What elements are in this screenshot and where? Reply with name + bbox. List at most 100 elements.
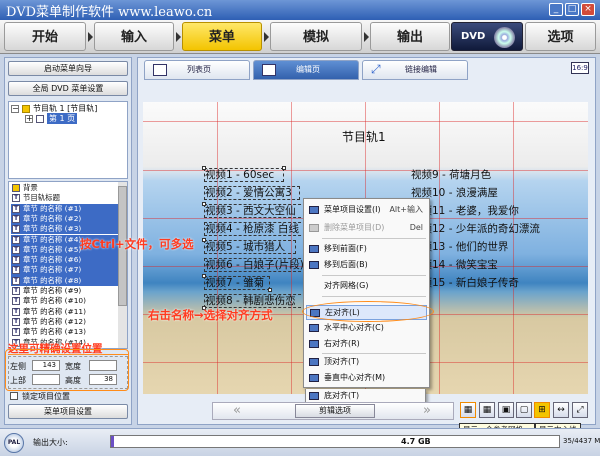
output-size-label: 输出大小:: [33, 438, 68, 447]
align-vcenter-icon: [309, 374, 319, 382]
tree-expand-icon[interactable]: +: [25, 115, 33, 123]
list-item-label: 章节 的名称 (#7): [23, 265, 82, 275]
list-item[interactable]: T 章节 的名称 (#13): [11, 327, 123, 337]
menu-simulate[interactable]: 模拟: [270, 22, 362, 51]
resize-handle[interactable]: [202, 238, 206, 242]
prev-icon[interactable]: «: [233, 403, 241, 419]
grid-toggle-button[interactable]: ▦: [460, 402, 476, 418]
list-item-label: 章节 的名称 (#10): [23, 296, 87, 306]
lock-position-checkbox[interactable]: [10, 392, 18, 400]
position-highlight: [5, 349, 129, 391]
tab-link-edit[interactable]: ⤢ 链接编辑: [362, 60, 468, 80]
context-item-label: 对齐网格(G): [324, 281, 369, 290]
list-item[interactable]: T 章节 的名称 (#9): [11, 286, 123, 296]
menu-options[interactable]: 选项: [525, 22, 596, 51]
canvas-item-1[interactable]: 视频1 - 60sec: [205, 167, 274, 182]
canvas-item-5[interactable]: 视频5 - 城市猎人: [205, 239, 285, 254]
align-hcenter-icon: [309, 324, 319, 332]
canvas-title[interactable]: 节目轨1: [342, 128, 386, 145]
list-item-label: 节目轨标题: [23, 193, 60, 203]
canvas-item-8[interactable]: 视频8 - 韩剧悲伤恋: [205, 293, 305, 308]
list-item-label: 章节 的名称 (#12): [23, 316, 87, 326]
canvas-item-12[interactable]: 视频12 - 少年派的奇幻漂流: [411, 221, 540, 236]
menu-tree: − 节目轨 1 [节目轨] + 第 1 页: [8, 101, 128, 179]
context-item-snap-grid[interactable]: 对齐网格(G): [306, 279, 427, 294]
clip-options-bar: « 剪辑选项 »: [212, 402, 454, 420]
align-bottom-icon: [309, 392, 319, 400]
list-item[interactable]: T 章节 的名称 (#12): [11, 317, 123, 327]
context-item-align-hcenter[interactable]: 水平中心对齐(C): [306, 321, 427, 336]
resize-handle[interactable]: [282, 166, 286, 170]
fullscreen-button[interactable]: ⤢: [572, 402, 588, 418]
menu-input[interactable]: 输入: [94, 22, 174, 51]
context-item-align-top[interactable]: 顶对齐(T): [306, 355, 427, 370]
list-item[interactable]: T 章节 的名称 (#10): [11, 296, 123, 306]
list-item[interactable]: T 章节 的名称 (#11): [11, 307, 123, 317]
folder-icon: [22, 105, 30, 113]
canvas-item-2[interactable]: 视频2 - 爱情公寓3: [205, 185, 292, 200]
list-item[interactable]: T 章节 的名称 (#1): [11, 203, 123, 214]
context-item-settings[interactable]: 菜单项目设置(I) Alt+输入: [306, 203, 427, 218]
context-menu: 菜单项目设置(I) Alt+输入 删除菜单项目(D) Del 移到前面(F) 移到后…: [303, 198, 430, 388]
close-button[interactable]: ×: [581, 3, 595, 16]
annotation-right-click: 右击名称→选择对齐方式: [148, 308, 273, 322]
aspect-ratio-badge[interactable]: 16:9: [571, 62, 589, 74]
list-item[interactable]: 背景: [11, 183, 123, 193]
list-item[interactable]: T 章节 的名称 (#2): [11, 213, 123, 225]
delete-icon: [309, 224, 319, 232]
tree-page-label[interactable]: 第 1 页: [47, 113, 78, 124]
frame-button[interactable]: ▢: [516, 402, 532, 418]
safe-area-button[interactable]: ▣: [498, 402, 514, 418]
tab-label: 链接编辑: [405, 65, 437, 74]
context-item-align-right[interactable]: 右对齐(R): [306, 337, 427, 352]
canvas-item-3[interactable]: 视频3 - 西文大空仙: [205, 203, 305, 218]
list-item-label: 章节 的名称 (#1): [23, 203, 82, 213]
menu-separator: [322, 238, 426, 239]
start-wizard-button[interactable]: 启动菜单向导: [8, 61, 128, 76]
resize-handle[interactable]: [202, 166, 206, 170]
list-item[interactable]: T 章节 的名称 (#7): [11, 265, 123, 276]
context-item-align-vcenter[interactable]: 垂直中心对齐(M): [306, 371, 427, 386]
clip-options-button[interactable]: 剪辑选项: [295, 404, 375, 418]
list-item-label: 章节 的名称 (#9): [23, 286, 82, 295]
context-item-send-back[interactable]: 移到后面(B): [306, 258, 427, 273]
list-item-label: 章节 的名称 (#13): [23, 327, 87, 337]
tab-edit-page[interactable]: 编辑页: [253, 60, 359, 80]
menu-item-settings-button[interactable]: 菜单项目设置: [8, 404, 128, 419]
canvas-item-6[interactable]: 视频6 - 白娘子(片段): [205, 257, 305, 272]
list-item[interactable]: T 章节 的名称 (#8): [11, 275, 123, 286]
canvas-item-4[interactable]: 视频4 - 枪原漆 白线: [205, 221, 305, 236]
context-item-delete[interactable]: 删除菜单项目(D) Del: [306, 221, 427, 236]
context-item-bring-front[interactable]: 移到前面(F): [306, 242, 427, 257]
grid-fine-button[interactable]: ▦: [479, 402, 495, 418]
resize-handle[interactable]: [202, 202, 206, 206]
list-item-label: 章节 的名称 (#5): [23, 244, 82, 254]
dvd-logo: DVD: [451, 22, 523, 51]
resize-handle[interactable]: [202, 274, 206, 278]
list-item[interactable]: T 章节 的名称 (#3): [11, 224, 123, 235]
page-icon: [36, 115, 44, 123]
text-icon: T: [12, 287, 20, 295]
grid-icon: ▦: [482, 405, 492, 415]
global-dvd-settings-button[interactable]: 全局 DVD 菜单设置: [8, 81, 128, 96]
resize-handle[interactable]: [268, 288, 272, 292]
list-item[interactable]: T 节目轨标题: [11, 193, 123, 203]
text-icon: T: [12, 256, 20, 265]
menu-output[interactable]: 输出: [370, 22, 450, 51]
canvas-item-9[interactable]: 视频9 - 荷塘月色: [411, 167, 491, 182]
maximize-button[interactable]: □: [565, 3, 579, 16]
context-item-label: 垂直中心对齐(M): [324, 373, 386, 382]
list-scrollbar[interactable]: [118, 182, 127, 348]
tree-expand-icon[interactable]: −: [11, 105, 19, 113]
pal-badge[interactable]: PAL: [4, 433, 24, 453]
menu-menu[interactable]: 菜单: [182, 22, 262, 51]
list-item[interactable]: T 章节 的名称 (#6): [11, 255, 123, 266]
fit-width-button[interactable]: ↔: [553, 402, 569, 418]
canvas-item-7[interactable]: 视频7 - 雏菊: [205, 275, 264, 290]
disc-icon: [494, 27, 515, 48]
next-icon[interactable]: »: [423, 403, 431, 419]
menu-start[interactable]: 开始: [4, 22, 86, 51]
tab-list-page[interactable]: 列表页: [144, 60, 250, 80]
minimize-button[interactable]: _: [549, 3, 563, 16]
center-line-button[interactable]: ⊞: [534, 402, 550, 418]
